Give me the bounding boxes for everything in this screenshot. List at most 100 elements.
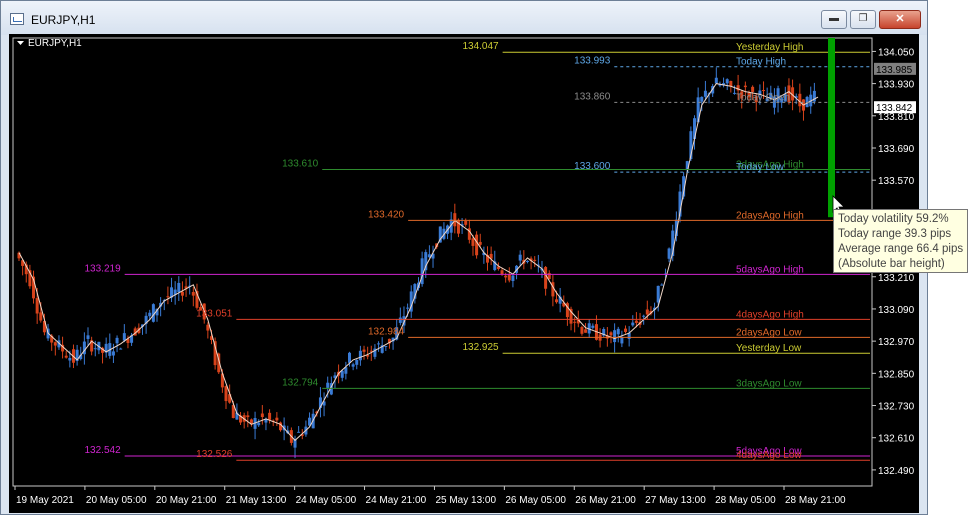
minimize-icon: ▬ xyxy=(829,13,839,24)
level-value-label: 132.925 xyxy=(462,342,499,353)
candle-body xyxy=(35,298,39,314)
candle-body xyxy=(340,370,344,378)
candle-body xyxy=(751,86,755,92)
time-tick-label: 28 May 05:00 xyxy=(715,495,776,506)
symbol-dropdown-icon xyxy=(17,41,24,45)
time-tick-label: 20 May 21:00 xyxy=(156,495,217,506)
candle-body xyxy=(584,329,588,333)
candle-body xyxy=(507,274,511,281)
candle-body xyxy=(351,364,355,367)
candle-body xyxy=(634,320,638,323)
price-tick-label: 132.730 xyxy=(878,402,915,413)
price-tick-label: 132.850 xyxy=(878,369,915,380)
level-name-label: Yesterday Low xyxy=(736,343,802,354)
candle-body xyxy=(362,349,366,352)
candle-body xyxy=(620,336,624,344)
candle-body xyxy=(260,413,264,418)
candle-body xyxy=(148,312,152,317)
candle-body xyxy=(355,360,359,365)
candle-body xyxy=(257,422,261,426)
maximize-icon: ❐ xyxy=(858,13,868,24)
candle-body xyxy=(39,312,43,321)
candle-body xyxy=(68,357,72,361)
candle-body xyxy=(406,307,410,309)
volatility-bar xyxy=(828,38,835,218)
level-name-label: Today Low xyxy=(736,162,785,173)
candle-body xyxy=(93,348,97,350)
price-tick-label: 132.610 xyxy=(878,434,915,445)
candle-body xyxy=(53,342,57,346)
candle-body xyxy=(624,328,628,332)
candle-body xyxy=(326,382,330,388)
candle-body xyxy=(475,234,479,256)
time-tick-label: 26 May 05:00 xyxy=(505,495,566,506)
level-name-label: Today Open xyxy=(736,92,790,103)
price-marker-label: 133.985 xyxy=(876,65,913,76)
price-chart[interactable]: EURJPY,H1 134.047 Yesterday High 133.993 Tod… xyxy=(9,34,919,513)
level-value-label: 133.219 xyxy=(85,263,122,274)
candle-body xyxy=(616,328,620,335)
candle-body xyxy=(725,79,729,84)
candle-body xyxy=(544,267,548,289)
candle-body xyxy=(504,275,508,278)
candle-body xyxy=(743,85,747,88)
candle-body xyxy=(667,248,671,259)
candle-body xyxy=(762,90,766,92)
maximize-button[interactable]: ❐ xyxy=(850,10,876,29)
candle-body xyxy=(347,352,351,363)
candle-body xyxy=(246,415,250,418)
chart-window-icon xyxy=(10,13,24,25)
tooltip-note: (Absolute bar height) xyxy=(838,258,945,270)
candle-body xyxy=(631,322,635,326)
candle-body xyxy=(478,241,482,245)
time-tick-label: 26 May 21:00 xyxy=(575,495,636,506)
price-tick-label: 133.690 xyxy=(878,144,915,155)
time-tick-label: 25 May 13:00 xyxy=(435,495,496,506)
candle-body xyxy=(111,351,115,356)
candle-body xyxy=(377,343,381,345)
candle-body xyxy=(700,96,704,102)
level-value-label: 133.610 xyxy=(282,158,319,169)
level-name-label: Yesterday High xyxy=(736,42,803,53)
candle-body xyxy=(703,90,707,97)
candle-body xyxy=(525,260,529,263)
candle-body xyxy=(64,355,68,358)
level-value-label: 133.420 xyxy=(368,209,405,220)
price-tick-label: 132.970 xyxy=(878,337,915,348)
time-tick-label: 24 May 05:00 xyxy=(296,495,357,506)
candle-body xyxy=(297,431,301,433)
close-button[interactable]: ✕ xyxy=(879,10,921,29)
candle-body xyxy=(275,417,279,421)
candle-body xyxy=(122,333,126,341)
time-tick-label: 24 May 21:00 xyxy=(366,495,427,506)
level-name-label: 2daysAgo High xyxy=(736,210,804,221)
price-tick-label: 133.570 xyxy=(878,176,915,187)
level-value-label: 132.984 xyxy=(368,326,405,337)
level-value-label: 133.600 xyxy=(574,161,611,172)
price-tick-label: 133.210 xyxy=(878,273,915,284)
candle-body xyxy=(206,324,210,331)
candle-body xyxy=(453,213,457,227)
minimize-button[interactable]: ▬ xyxy=(821,10,847,29)
close-icon: ✕ xyxy=(895,13,905,25)
candle-body xyxy=(86,335,90,339)
chart-area[interactable]: EURJPY,H1 134.047 Yesterday High 133.993 Tod… xyxy=(9,34,919,513)
price-tick-label: 133.930 xyxy=(878,80,915,91)
candle-body xyxy=(591,325,595,328)
level-name-label: 4daysAgo High xyxy=(736,309,804,320)
candle-body xyxy=(166,296,170,298)
level-name-label: 2daysAgo Low xyxy=(736,327,802,338)
candle-body xyxy=(471,238,475,246)
candle-body xyxy=(613,330,617,343)
candle-body xyxy=(224,386,228,402)
time-tick-label: 28 May 21:00 xyxy=(785,495,846,506)
candle-body xyxy=(464,220,468,225)
level-value-label: 133.051 xyxy=(196,308,233,319)
candles-group xyxy=(17,67,816,459)
candle-body xyxy=(580,327,584,334)
title-bar[interactable]: EURJPY,H1 ▬ ❐ ✕ xyxy=(1,1,927,35)
level-name-label: 5daysAgo High xyxy=(736,264,804,275)
candle-body xyxy=(656,285,660,303)
time-tick-label: 21 May 13:00 xyxy=(226,495,287,506)
level-value-label: 133.993 xyxy=(574,56,611,67)
